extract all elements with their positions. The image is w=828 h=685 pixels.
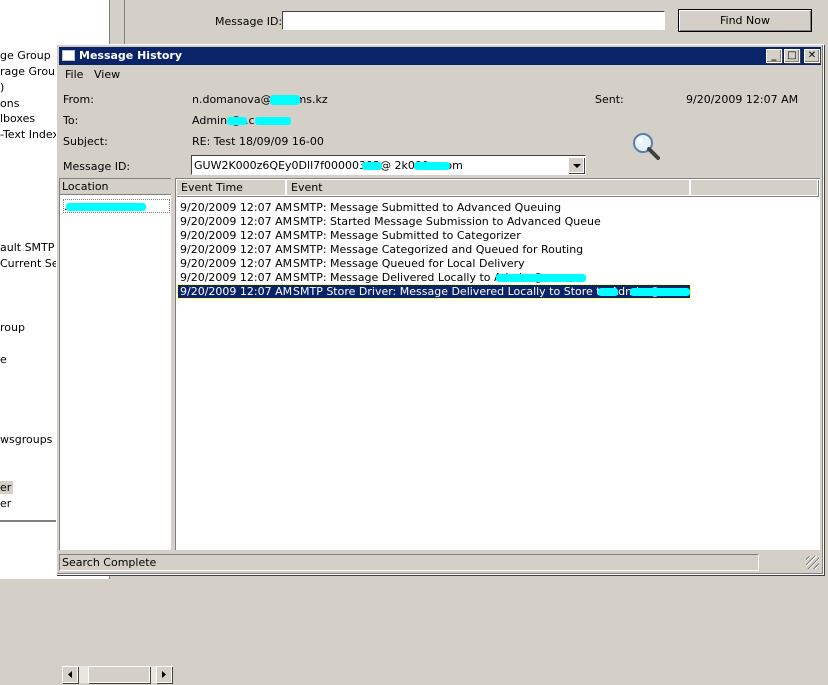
scroll-right-button[interactable] bbox=[156, 666, 172, 683]
tree-item[interactable]: ) bbox=[0, 81, 4, 94]
tree-item[interactable]: er bbox=[0, 481, 14, 494]
window-title: Message History bbox=[79, 49, 183, 62]
redaction-mark bbox=[255, 117, 291, 125]
horizontal-scrollbar[interactable] bbox=[62, 666, 173, 683]
minimize-button[interactable]: _ bbox=[766, 49, 782, 63]
message-history-dialog: Message History _ □ ✕ File View From: n.… bbox=[56, 44, 824, 683]
tree-item[interactable]: lboxes bbox=[0, 112, 35, 125]
event-row[interactable]: 9/20/2009 12:07 AM SMTP Store Driver: Mes… bbox=[177, 284, 691, 299]
message-id-combobox[interactable]: GUW2K000z6QEy0Dll7f00000392@ 2k000. .com bbox=[191, 155, 586, 175]
event-time: 9/20/2009 12:07 AM bbox=[180, 257, 293, 270]
event-row[interactable]: 9/20/2009 12:07 AM SMTP: Message Submitte… bbox=[178, 229, 690, 242]
minimize-icon: _ bbox=[771, 50, 777, 61]
maximize-button[interactable]: □ bbox=[784, 49, 800, 63]
sent-label: Sent: bbox=[595, 93, 624, 106]
event-text: SMTP: Message Categorized and Queued for… bbox=[293, 243, 584, 256]
event-text: SMTP: Message Queued for Local Delivery bbox=[293, 257, 525, 270]
events-list: Event Time Event 9/20/2009 12:07 AM SMTP:… bbox=[175, 178, 820, 550]
redaction-mark bbox=[526, 274, 586, 282]
message-id-label: Message ID: bbox=[63, 160, 131, 173]
redaction-mark bbox=[630, 288, 690, 296]
close-icon: ✕ bbox=[807, 50, 817, 61]
redaction-mark bbox=[270, 95, 300, 105]
event-time: 9/20/2009 12:07 AM bbox=[180, 229, 293, 242]
status-text: Search Complete bbox=[59, 554, 759, 571]
column-header-event-time[interactable]: Event Time bbox=[176, 179, 286, 196]
background-message-id-input[interactable] bbox=[282, 11, 665, 30]
status-bar: Search Complete bbox=[59, 552, 821, 572]
redaction-mark bbox=[227, 117, 247, 125]
tree-item[interactable]: ge Group bbox=[0, 49, 51, 62]
from-value: n.domanova@ge oms.kz bbox=[192, 93, 328, 106]
event-row[interactable]: 9/20/2009 12:07 AM SMTP: Message Delivere… bbox=[178, 271, 690, 284]
event-row[interactable]: 9/20/2009 12:07 AM SMTP: Started Message … bbox=[178, 215, 690, 228]
background-message-id-label: Message ID: bbox=[215, 15, 283, 28]
background-divider bbox=[0, 520, 58, 522]
event-time: 9/20/2009 12:07 AM bbox=[180, 243, 293, 256]
tree-item[interactable]: -Text Index bbox=[0, 128, 59, 141]
to-label: To: bbox=[63, 114, 79, 127]
event-time: 9/20/2009 12:07 AM bbox=[180, 285, 293, 298]
redaction-mark bbox=[598, 288, 618, 296]
event-time: 9/20/2009 12:07 AM bbox=[180, 201, 293, 214]
tree-item[interactable]: er bbox=[0, 497, 11, 510]
event-time: 9/20/2009 12:07 AM bbox=[180, 271, 293, 284]
tree-item[interactable]: e bbox=[0, 353, 7, 366]
event-text: SMTP: Message Submitted to Advanced Queu… bbox=[293, 201, 562, 214]
find-now-label: Find Now bbox=[720, 14, 770, 27]
scroll-left-icon bbox=[68, 671, 72, 678]
redaction-mark bbox=[414, 162, 450, 170]
location-pane: Location .com bbox=[59, 178, 173, 683]
find-now-button[interactable]: Find Now bbox=[678, 9, 812, 32]
tree-item[interactable]: Current Se bbox=[0, 257, 59, 270]
scrollbar-thumb[interactable] bbox=[88, 666, 150, 683]
redaction-mark bbox=[362, 162, 382, 170]
tree-item[interactable]: roup bbox=[0, 321, 25, 334]
column-header-blank[interactable] bbox=[690, 179, 818, 196]
magnifier-icon bbox=[633, 133, 660, 160]
scroll-right-icon bbox=[162, 671, 166, 678]
subject-label: Subject: bbox=[63, 135, 108, 148]
menu-file[interactable]: File bbox=[65, 68, 83, 81]
resize-grip-icon[interactable] bbox=[806, 556, 819, 569]
sent-value: 9/20/2009 12:07 AM bbox=[686, 93, 799, 106]
maximize-icon: □ bbox=[787, 50, 797, 61]
event-text: SMTP: Message Submitted to Categorizer bbox=[293, 229, 521, 242]
menu-bar: File View bbox=[59, 66, 821, 84]
chevron-down-icon[interactable] bbox=[568, 157, 584, 173]
tree-item[interactable]: rage Group bbox=[0, 65, 62, 78]
scroll-left-button[interactable] bbox=[62, 666, 78, 683]
event-text: SMTP: Started Message Submission to Adva… bbox=[293, 215, 601, 228]
location-header[interactable]: Location bbox=[60, 179, 171, 195]
tree-item[interactable]: ons bbox=[0, 97, 19, 110]
title-bar[interactable]: Message History _ □ ✕ bbox=[59, 47, 821, 65]
event-row[interactable]: 9/20/2009 12:07 AM SMTP: Message Categori… bbox=[178, 243, 690, 256]
event-row[interactable]: 9/20/2009 12:07 AM SMTP: Message Submitte… bbox=[178, 201, 690, 214]
tree-item[interactable]: wsgroups bbox=[0, 433, 52, 446]
close-button[interactable]: ✕ bbox=[804, 49, 820, 63]
column-header-event[interactable]: Event bbox=[286, 179, 690, 196]
event-time: 9/20/2009 12:07 AM bbox=[180, 215, 293, 228]
event-row[interactable]: 9/20/2009 12:07 AM SMTP: Message Queued f… bbox=[178, 257, 690, 270]
from-label: From: bbox=[63, 93, 94, 106]
location-item[interactable]: .com bbox=[63, 199, 170, 213]
menu-view[interactable]: View bbox=[94, 68, 120, 81]
redaction-mark bbox=[66, 203, 146, 211]
subject-value: RE: Test 18/09/09 16-00 bbox=[192, 135, 324, 148]
window-icon bbox=[62, 50, 75, 61]
